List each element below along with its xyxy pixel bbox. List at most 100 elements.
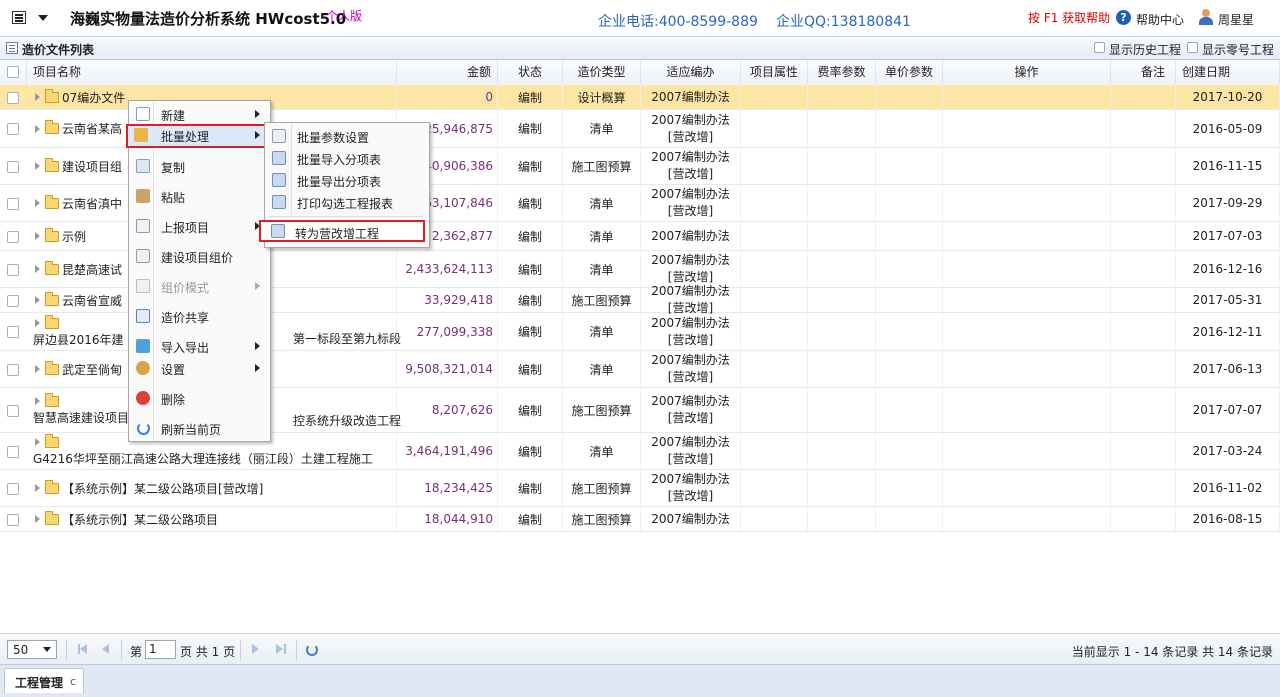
expand-icon[interactable]: [35, 397, 40, 405]
col-note[interactable]: 备注: [1111, 60, 1176, 85]
cell-note: [1111, 110, 1176, 147]
cell-rate: [808, 507, 876, 531]
col-method[interactable]: 适应编办: [641, 60, 741, 85]
menu-item-import-export[interactable]: 导入导出: [130, 335, 268, 357]
help-center-link[interactable]: 帮助中心: [1136, 11, 1184, 28]
menu-item-refresh[interactable]: 刷新当前页: [130, 417, 268, 439]
main-menu-button[interactable]: [10, 9, 50, 27]
expand-icon[interactable]: [35, 484, 40, 492]
cell-ops: [943, 507, 1111, 531]
col-date[interactable]: 创建日期: [1176, 60, 1280, 85]
row-checkbox[interactable]: [7, 231, 19, 243]
first-page-button[interactable]: [80, 644, 87, 654]
col-cost-type[interactable]: 造价类型: [563, 60, 641, 85]
last-page-button[interactable]: [276, 644, 283, 654]
submenu-convert-vat[interactable]: 转为营改增工程: [259, 220, 425, 242]
row-checkbox[interactable]: [7, 446, 19, 458]
menu-item-group-mode[interactable]: 组价模式: [130, 275, 268, 297]
cell-amount: 18,044,910: [397, 507, 498, 531]
cell-date: 2017-10-20: [1176, 85, 1280, 109]
params-icon: [272, 129, 286, 143]
table-row[interactable]: 【系统示例】某二级公路项目 18,044,910 编制 施工图预算 2007编制办法 20…: [0, 507, 1280, 532]
row-checkbox[interactable]: [7, 123, 19, 135]
menu-item-new[interactable]: 新建: [130, 103, 268, 125]
row-checkbox[interactable]: [7, 264, 19, 276]
expand-icon[interactable]: [35, 162, 40, 170]
expand-icon[interactable]: [35, 365, 40, 373]
show-zero-checkbox[interactable]: [1187, 42, 1198, 53]
menu-item-build-group[interactable]: 建设项目组价: [130, 245, 268, 267]
menu-item-report[interactable]: 上报项目: [130, 215, 268, 237]
col-amount[interactable]: 金额: [397, 60, 498, 85]
expand-icon[interactable]: [35, 265, 40, 273]
cell-type: 施工图预算: [563, 470, 641, 506]
row-checkbox[interactable]: [7, 364, 19, 376]
project-name-cell[interactable]: 【系统示例】某二级公路项目[营改增]: [27, 470, 397, 506]
help-icon[interactable]: ?: [1116, 10, 1131, 25]
show-zero-label: 显示零号工程: [1202, 43, 1275, 57]
cell-note: [1111, 148, 1176, 184]
menu-item-batch[interactable]: 批量处理: [126, 124, 270, 148]
project-name-cell[interactable]: 【系统示例】某二级公路项目: [27, 507, 397, 531]
row-checkbox[interactable]: [7, 514, 19, 526]
tab-reload-icon[interactable]: c: [70, 675, 76, 688]
cell-rate: [808, 388, 876, 432]
submenu-batch-export[interactable]: 批量导出分项表: [266, 169, 426, 191]
submenu-batch-import[interactable]: 批量导入分项表: [266, 147, 426, 169]
col-rate[interactable]: 费率参数: [808, 60, 876, 85]
menu-item-paste[interactable]: 粘贴: [130, 185, 268, 207]
user-name[interactable]: 周星星: [1218, 11, 1254, 28]
submenu-batch-params[interactable]: 批量参数设置: [266, 125, 426, 147]
row-checkbox[interactable]: [7, 405, 19, 417]
expand-icon[interactable]: [35, 124, 40, 133]
prev-page-button[interactable]: [102, 644, 109, 654]
col-name[interactable]: 项目名称: [27, 60, 397, 85]
cell-attr: [741, 110, 808, 147]
refresh-icon[interactable]: [306, 644, 318, 656]
expand-icon[interactable]: [35, 318, 40, 327]
gear-icon: [136, 361, 150, 375]
col-price[interactable]: 单价参数: [876, 60, 943, 85]
folder-icon: [45, 393, 59, 407]
menu-item-settings[interactable]: 设置: [130, 357, 268, 379]
row-checkbox[interactable]: [7, 198, 19, 210]
next-page-button[interactable]: [252, 644, 259, 654]
cell-note: [1111, 507, 1176, 531]
submenu-print-reports[interactable]: 打印勾选工程报表: [266, 191, 426, 213]
menu-icon: [12, 11, 26, 24]
col-ops[interactable]: 操作: [943, 60, 1111, 85]
cell-ops: [943, 85, 1111, 109]
menu-item-share[interactable]: 造价共享: [130, 305, 268, 327]
company-qq: 企业QQ:138180841: [776, 14, 911, 30]
table-header: 项目名称 金额 状态 造价类型 适应编办 项目属性 费率参数 单价参数 操作 备…: [0, 60, 1280, 86]
company-phone: 企业电话:400-8599-889: [598, 14, 758, 30]
row-checkbox[interactable]: [7, 92, 19, 104]
row-checkbox[interactable]: [7, 483, 19, 495]
row-checkbox[interactable]: [7, 161, 19, 173]
row-checkbox[interactable]: [7, 326, 19, 338]
expand-icon[interactable]: [35, 199, 40, 207]
expand-icon[interactable]: [35, 232, 40, 240]
expand-icon[interactable]: [35, 438, 40, 446]
cell-method: 2007编制办法 [营改增]: [641, 388, 741, 432]
table-row[interactable]: 【系统示例】某二级公路项目[营改增] 18,234,425 编制 施工图预算 2007编…: [0, 470, 1280, 507]
cell-attr: [741, 185, 808, 221]
last-page-icon[interactable]: [284, 644, 286, 654]
expand-icon[interactable]: [35, 296, 40, 304]
col-attr[interactable]: 项目属性: [741, 60, 808, 85]
show-history-checkbox[interactable]: [1094, 42, 1105, 53]
expand-icon[interactable]: [35, 93, 40, 101]
cell-status: 编制: [498, 313, 563, 350]
folder-icon: [45, 360, 59, 375]
tab-project-management[interactable]: 工程管理 c: [4, 668, 84, 693]
menu-item-delete[interactable]: 删除: [130, 387, 268, 409]
page-number-input[interactable]: 1: [145, 640, 176, 659]
select-all-checkbox[interactable]: [7, 66, 19, 78]
cell-attr: [741, 388, 808, 432]
col-status[interactable]: 状态: [498, 60, 563, 85]
menu-item-copy[interactable]: 复制: [130, 155, 268, 177]
cell-method: 2007编制办法 [营改增]: [641, 351, 741, 387]
expand-icon[interactable]: [35, 515, 40, 523]
page-size-select[interactable]: 50: [7, 640, 57, 659]
row-checkbox[interactable]: [7, 295, 19, 307]
